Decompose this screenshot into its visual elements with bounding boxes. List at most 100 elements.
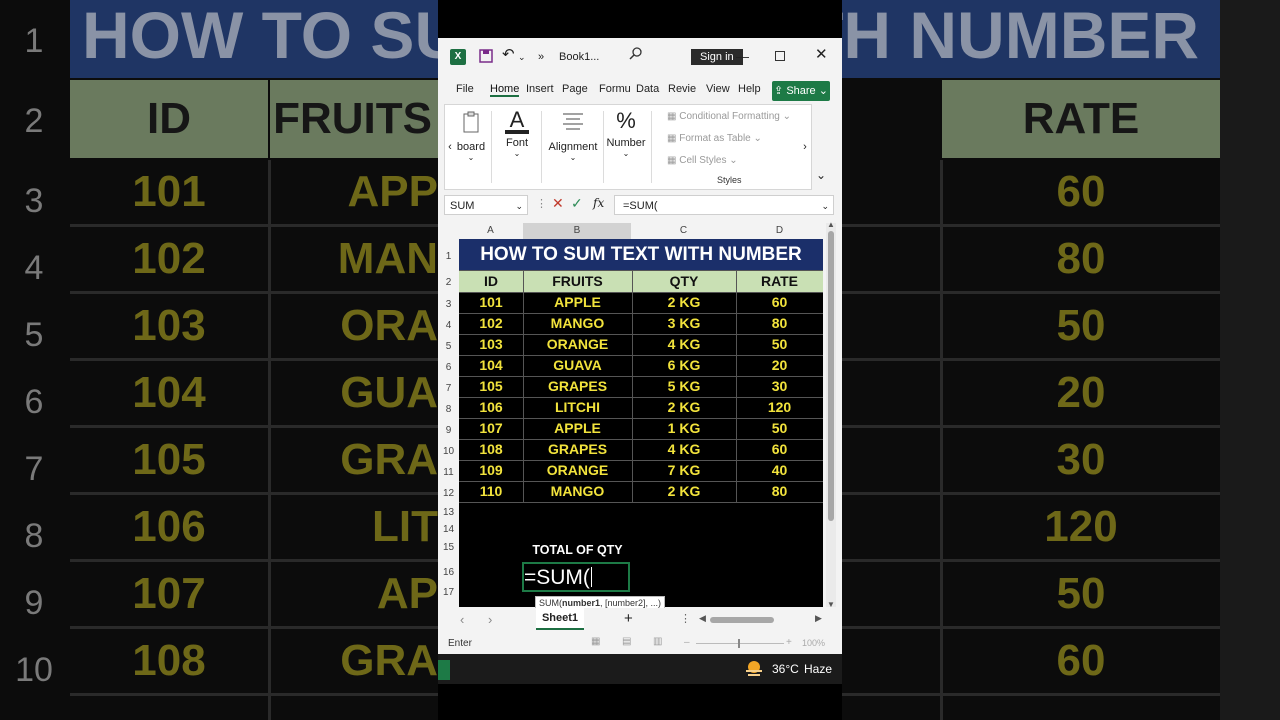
data-cell[interactable]: 103 [459, 334, 523, 355]
row-header-2[interactable]: 2 [438, 270, 459, 292]
normal-view-icon[interactable]: ▦ [591, 636, 600, 647]
prev-sheet-icon[interactable]: ‹ [460, 612, 464, 627]
data-cell[interactable]: 108 [459, 439, 523, 460]
data-cell[interactable]: 104 [459, 355, 523, 376]
tab-insert[interactable]: Insert [526, 83, 554, 95]
insert-function-icon[interactable]: fx [593, 196, 604, 210]
page-layout-view-icon[interactable]: ▤ [622, 636, 631, 647]
format-as-table-button[interactable]: ▦ Format as Table ⌄ [667, 133, 762, 144]
alignment-group[interactable]: Alignment ⌄ [543, 105, 603, 189]
zoom-slider[interactable] [696, 639, 784, 648]
zoom-out-icon[interactable]: – [684, 637, 690, 648]
save-icon[interactable] [478, 48, 494, 64]
search-icon[interactable] [628, 46, 644, 62]
conditional-formatting-button[interactable]: ▦ Conditional Formatting ⌄ [667, 111, 791, 122]
data-cell[interactable]: 7 KG [632, 460, 736, 481]
data-cell[interactable]: MANGO [523, 481, 632, 502]
number-group[interactable]: % Number ⌄ [605, 105, 647, 189]
row-header-7[interactable]: 7 [438, 376, 459, 397]
data-cell[interactable]: 60 [736, 292, 823, 313]
data-cell[interactable]: 50 [736, 334, 823, 355]
share-button[interactable]: ⇪ Share ⌄ [772, 81, 830, 101]
tab-review[interactable]: Revie [668, 83, 696, 95]
data-cell[interactable]: 50 [736, 418, 823, 439]
tab-help[interactable]: Help [738, 83, 761, 95]
sheet-tab-sheet1[interactable]: Sheet1 [536, 608, 584, 630]
total-qty-label[interactable]: TOTAL OF QTY [523, 541, 632, 559]
data-cell[interactable]: APPLE [523, 418, 632, 439]
data-cell[interactable]: 80 [736, 481, 823, 502]
data-cell[interactable]: 4 KG [632, 334, 736, 355]
maximize-icon[interactable] [775, 50, 786, 61]
header-cell[interactable]: QTY [632, 270, 736, 292]
cell-styles-button[interactable]: ▦ Cell Styles ⌄ [667, 155, 738, 166]
excel-taskbar-icon[interactable] [438, 660, 450, 680]
more-commands-icon[interactable]: » [538, 48, 544, 66]
tab-file[interactable]: File [456, 83, 474, 95]
sign-in-button[interactable]: Sign in [691, 49, 743, 65]
row-header-6[interactable]: 6 [438, 355, 459, 376]
next-sheet-icon[interactable]: › [488, 612, 492, 627]
vertical-scroll-thumb[interactable] [828, 231, 834, 521]
data-cell[interactable]: 2 KG [632, 481, 736, 502]
hscroll-right-icon[interactable]: ▶ [815, 613, 822, 624]
data-cell[interactable]: 101 [459, 292, 523, 313]
row-header-17[interactable]: 17 [438, 586, 459, 598]
column-header-c[interactable]: C [632, 223, 735, 239]
data-cell[interactable]: GRAPES [523, 376, 632, 397]
header-cell[interactable]: RATE [736, 270, 823, 292]
undo-icon[interactable]: ↶ [502, 46, 515, 64]
data-cell[interactable]: MANGO [523, 313, 632, 334]
close-icon[interactable]: ✕ [815, 46, 828, 64]
page-break-view-icon[interactable]: ▥ [653, 636, 662, 647]
data-cell[interactable]: 120 [736, 397, 823, 418]
data-cell[interactable]: 106 [459, 397, 523, 418]
row-header-10[interactable]: 10 [438, 439, 459, 460]
data-cell[interactable]: 109 [459, 460, 523, 481]
more-tabs-icon[interactable]: ⋮ [680, 612, 691, 625]
data-cell[interactable]: 40 [736, 460, 823, 481]
name-box[interactable]: SUM ⌄ [444, 195, 528, 215]
cancel-formula-icon[interactable]: ✕ [552, 195, 564, 212]
worksheet-grid[interactable]: HOW TO SUM TEXT WITH NUMBER ID FRUITS QTY R… [459, 239, 823, 607]
data-cell[interactable]: 6 KG [632, 355, 736, 376]
tab-formulas[interactable]: Formu [599, 83, 631, 95]
column-header-a[interactable]: A [459, 223, 522, 239]
data-cell[interactable]: 1 KG [632, 418, 736, 439]
data-cell[interactable]: GRAPES [523, 439, 632, 460]
tab-data[interactable]: Data [636, 83, 659, 95]
hscroll-left-icon[interactable]: ◀ [699, 613, 706, 624]
column-header-b[interactable]: B [523, 223, 631, 239]
row-header-5[interactable]: 5 [438, 334, 459, 355]
clipboard-group[interactable]: board ⌄ [453, 105, 489, 189]
row-header-16[interactable]: 16 [438, 556, 459, 586]
more-options-icon[interactable]: ⋮ [536, 197, 547, 210]
data-cell[interactable]: 2 KG [632, 292, 736, 313]
data-cell[interactable]: 60 [736, 439, 823, 460]
row-header-4[interactable]: 4 [438, 313, 459, 334]
tab-view[interactable]: View [706, 83, 730, 95]
file-name[interactable]: Book1... [559, 48, 599, 66]
vertical-scrollbar[interactable]: ▲ ▼ [826, 220, 836, 609]
data-cell[interactable]: 102 [459, 313, 523, 334]
data-cell[interactable]: ORANGE [523, 334, 632, 355]
data-cell[interactable]: GUAVA [523, 355, 632, 376]
tab-page-layout[interactable]: Page [562, 83, 588, 95]
data-cell[interactable]: 3 KG [632, 313, 736, 334]
row-header-1[interactable]: 1 [438, 239, 459, 270]
enter-formula-icon[interactable]: ✓ [571, 195, 583, 212]
row-header-12[interactable]: 12 [438, 481, 459, 502]
formula-input[interactable]: =SUM(⌄ [614, 195, 834, 215]
row-header-9[interactable]: 9 [438, 418, 459, 439]
data-cell[interactable]: 110 [459, 481, 523, 502]
data-cell[interactable]: 107 [459, 418, 523, 439]
header-cell[interactable]: ID [459, 270, 523, 292]
row-header-8[interactable]: 8 [438, 397, 459, 418]
row-header-14[interactable]: 14 [438, 519, 459, 536]
header-cell[interactable]: FRUITS [523, 270, 632, 292]
data-cell[interactable]: 4 KG [632, 439, 736, 460]
undo-dropdown-icon[interactable]: ⌄ [518, 48, 526, 66]
active-cell[interactable]: =SUM( [522, 562, 630, 592]
select-all-corner[interactable] [438, 223, 459, 239]
data-cell[interactable]: 30 [736, 376, 823, 397]
